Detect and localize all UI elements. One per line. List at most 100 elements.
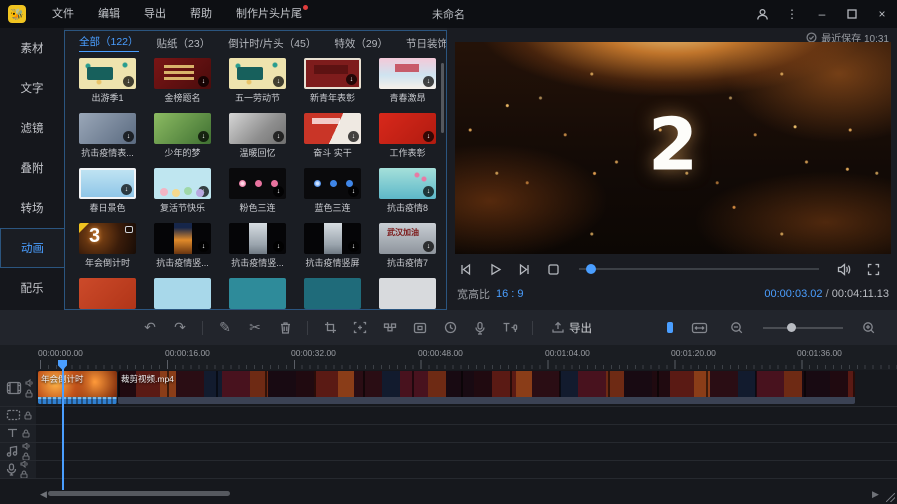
download-icon[interactable]: ↓	[198, 241, 209, 252]
download-icon[interactable]: ↓	[273, 186, 284, 197]
library-scrollbar[interactable]	[441, 63, 444, 133]
download-icon[interactable]: ↓	[198, 131, 209, 142]
split-button[interactable]: ✂	[243, 316, 267, 340]
edit-button[interactable]: ✎	[213, 316, 237, 340]
sidebar-item-overlays[interactable]: 叠附	[0, 148, 64, 188]
template-thumbnail[interactable]: ↓	[229, 168, 286, 199]
template-card[interactable]	[304, 278, 361, 309]
previous-frame-button[interactable]	[455, 260, 477, 278]
template-thumbnail[interactable]: ↓	[154, 113, 211, 144]
scroll-right-icon[interactable]: ▶	[872, 489, 879, 500]
timeline-ruler[interactable]: 00:00:00.00 00:00:16.00 00:00:32.00 00:0…	[0, 345, 897, 370]
playhead-line[interactable]	[62, 362, 64, 490]
template-thumbnail[interactable]: ↓	[79, 168, 136, 199]
template-thumbnail[interactable]: ↓	[379, 58, 436, 89]
menu-file[interactable]: 文件	[40, 0, 86, 28]
crop-button[interactable]	[318, 316, 342, 340]
tab-all[interactable]: 全部（122）	[79, 34, 139, 52]
template-thumbnail[interactable]	[229, 278, 286, 309]
template-card[interactable]: ↓金榜题名	[154, 58, 211, 102]
text-to-speech-button[interactable]	[498, 316, 522, 340]
lock-track-icon[interactable]	[22, 429, 30, 438]
fit-timeline-button[interactable]	[687, 316, 711, 340]
template-card[interactable]: ↓抗击疫情竖...	[154, 223, 211, 267]
template-thumbnail[interactable]: ↓	[304, 223, 361, 254]
template-thumbnail[interactable]: ↓	[379, 223, 436, 254]
mosaic-button[interactable]	[378, 316, 402, 340]
template-thumbnail[interactable]	[154, 278, 211, 309]
template-thumbnail[interactable]: ↓	[304, 168, 361, 199]
download-icon[interactable]: ↓	[423, 76, 434, 87]
download-icon[interactable]: ↓	[273, 76, 284, 87]
template-thumbnail[interactable]: ↓	[229, 223, 286, 254]
maximize-button[interactable]	[837, 0, 867, 28]
tab-countdown-intro[interactable]: 倒计时/片头（45）	[228, 36, 316, 51]
tab-holiday[interactable]: 节日装饰（33）	[406, 36, 447, 51]
download-icon[interactable]: ↓	[423, 241, 434, 252]
scroll-left-icon[interactable]: ◀	[40, 489, 47, 500]
minimize-button[interactable]: –	[807, 0, 837, 28]
template-card[interactable]	[379, 278, 436, 309]
seek-handle[interactable]	[586, 264, 596, 274]
template-card[interactable]	[79, 278, 136, 309]
template-thumbnail[interactable]	[304, 278, 361, 309]
template-card[interactable]: ↓抗击疫情竖屏	[304, 223, 361, 267]
download-icon[interactable]: ↓	[198, 186, 209, 197]
download-icon[interactable]: ↓	[423, 131, 434, 142]
freeze-frame-button[interactable]	[408, 316, 432, 340]
download-icon[interactable]: ↓	[273, 131, 284, 142]
template-card[interactable]: ↓蓝色三连	[304, 168, 361, 212]
download-icon[interactable]: ↓	[348, 186, 359, 197]
play-button[interactable]	[484, 260, 506, 278]
export-button[interactable]: 导出	[551, 320, 592, 336]
template-card[interactable]: ↓五一劳动节	[229, 58, 286, 102]
redo-button[interactable]: ↷	[168, 316, 192, 340]
menu-edit[interactable]: 编辑	[86, 0, 132, 28]
download-icon[interactable]: ↓	[198, 76, 209, 87]
template-thumbnail[interactable]: ↓	[154, 58, 211, 89]
template-card[interactable]	[229, 278, 286, 309]
download-icon[interactable]: ↓	[348, 131, 359, 142]
tab-stickers[interactable]: 贴纸（23）	[157, 36, 211, 51]
template-card[interactable]: ↓出游季1	[79, 58, 136, 102]
template-card[interactable]	[154, 278, 211, 309]
download-icon[interactable]: ↓	[348, 241, 359, 252]
sidebar-item-transitions[interactable]: 转场	[0, 188, 64, 228]
download-icon[interactable]: ↓	[346, 74, 357, 85]
timeline-clip-video[interactable]: 裁剪视频.mp4	[118, 371, 855, 404]
sidebar-item-music[interactable]: 配乐	[0, 268, 64, 308]
template-thumbnail[interactable]: ↓	[379, 113, 436, 144]
volume-icon[interactable]	[833, 260, 855, 278]
sidebar-item-text[interactable]: 文字	[0, 68, 64, 108]
template-card[interactable]: ↓青春激昂	[379, 58, 436, 102]
template-card[interactable]: ↓少年的梦	[154, 113, 211, 157]
zoom-slider-handle[interactable]	[787, 323, 796, 332]
template-thumbnail[interactable]	[379, 278, 436, 309]
marker-icon[interactable]	[667, 322, 673, 333]
template-thumbnail[interactable]: 3	[79, 223, 136, 254]
delete-button[interactable]	[273, 316, 297, 340]
template-thumbnail[interactable]: ↓	[154, 168, 211, 199]
video-preview[interactable]: 2	[455, 42, 891, 254]
zoom-in-button[interactable]	[857, 316, 881, 340]
mute-track-icon[interactable]	[25, 379, 34, 387]
download-icon[interactable]: ↓	[121, 184, 132, 195]
app-logo-icon[interactable]: 🐝	[8, 5, 26, 23]
template-card[interactable]: ↓抗击疫情竖...	[229, 223, 286, 267]
sidebar-item-animation[interactable]: 动画	[0, 228, 64, 268]
template-card[interactable]: 3年会倒计时	[79, 223, 136, 267]
template-card[interactable]: ↓工作表彰	[379, 113, 436, 157]
template-thumbnail[interactable]: ↓	[229, 113, 286, 144]
seek-bar[interactable]	[579, 268, 819, 270]
template-thumbnail[interactable]: ↓	[379, 168, 436, 199]
menu-help[interactable]: 帮助	[178, 0, 224, 28]
timeline-clip-countdown[interactable]: 年会倒计时	[38, 371, 117, 404]
download-icon[interactable]: ↓	[123, 131, 134, 142]
template-card[interactable]: ↓粉色三连	[229, 168, 286, 212]
download-icon[interactable]: ↓	[273, 241, 284, 252]
account-icon[interactable]	[747, 0, 777, 28]
timeline-scrollbar[interactable]	[48, 491, 230, 496]
sidebar-item-media[interactable]: 素材	[0, 28, 64, 68]
duration-button[interactable]	[438, 316, 462, 340]
template-card[interactable]: ↓温暖回忆	[229, 113, 286, 157]
